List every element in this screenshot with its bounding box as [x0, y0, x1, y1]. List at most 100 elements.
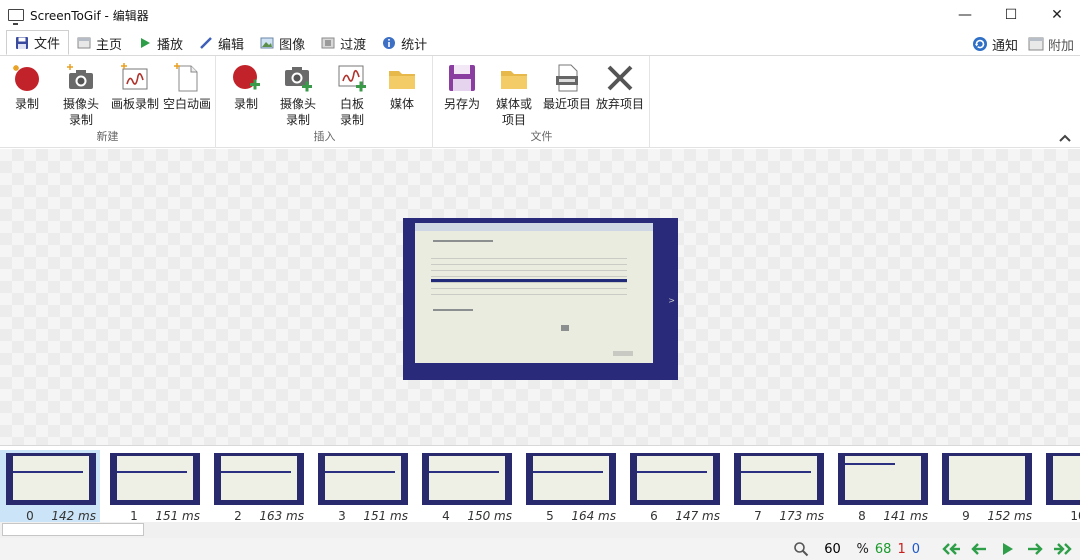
open-media-project-button[interactable]: 媒体或 项目	[487, 62, 541, 128]
insert-board-record-button[interactable]: 白板 录制	[325, 62, 379, 128]
frame-delay: 164 ms	[571, 509, 616, 523]
previous-frame-button[interactable]	[968, 540, 990, 558]
insert-board-record-label: 白板 录制	[339, 97, 364, 127]
tab-statistics[interactable]: 统计	[374, 31, 435, 55]
recent-file-icon	[556, 64, 578, 92]
frame-delay: 152 ms	[987, 509, 1032, 523]
frame-item[interactable]: 9 152 ms	[936, 450, 1036, 523]
new-record-button[interactable]: 录制	[0, 62, 54, 112]
tab-file-label: 文件	[34, 37, 61, 52]
last-frame-button[interactable]	[1052, 540, 1074, 558]
frame-item[interactable]: 7 173 ms	[728, 450, 828, 523]
insert-media-button[interactable]: 媒体	[375, 62, 429, 112]
frame-thumbnail	[526, 453, 616, 505]
collapse-ribbon-icon[interactable]	[1058, 133, 1072, 143]
frame-item[interactable]: 2 163 ms	[208, 450, 308, 523]
next-frame-icon	[1028, 543, 1043, 555]
camera-add-icon	[285, 67, 312, 92]
folder-icon	[389, 71, 415, 89]
tab-play-label: 播放	[157, 37, 184, 53]
record-add-icon	[233, 65, 260, 90]
frame-delay: 150 ms	[467, 509, 512, 523]
selected-frames-count: 1	[897, 541, 906, 557]
frame-thumbnail	[110, 453, 200, 505]
first-frame-button[interactable]	[940, 540, 962, 558]
camera-icon	[67, 64, 93, 89]
insert-webcam-record-label: 摄像头 录制	[279, 97, 316, 127]
frame-thumbnail	[318, 453, 408, 505]
discard-project-label: 放弃项目	[595, 97, 644, 111]
frame-thumbnail	[422, 453, 512, 505]
ribbon-panel: 录制 摄像头 录制 画板录制 空白动画 新建 录制 摄像头 录制 白板 录制 媒…	[0, 56, 1080, 148]
next-frame-button[interactable]	[1024, 540, 1046, 558]
tab-file[interactable]: 文件	[6, 30, 70, 55]
frame-item[interactable]: 10	[1040, 450, 1080, 522]
recent-projects-button[interactable]: 最近项目	[540, 62, 594, 112]
frame-thumbnail	[6, 453, 96, 505]
save-as-button[interactable]: 另存为	[435, 62, 489, 112]
frame-item[interactable]: 4 150 ms	[416, 450, 516, 523]
frame-item[interactable]: 6 147 ms	[624, 450, 724, 523]
group-file-label: 文件	[530, 130, 553, 143]
tab-edit[interactable]: 编辑	[191, 31, 252, 55]
frame-item[interactable]: 0 142 ms	[0, 450, 100, 523]
frame-thumbnail	[214, 453, 304, 505]
info-icon	[383, 37, 396, 49]
transition-icon	[321, 37, 335, 49]
extras-button[interactable]: 附加	[1028, 35, 1074, 54]
close-button[interactable]: ✕	[1034, 0, 1080, 30]
first-frame-icon	[942, 543, 960, 555]
frame-item[interactable]: 1 151 ms	[104, 450, 204, 523]
zoom-unit: %	[856, 541, 869, 557]
blank-file-icon	[174, 63, 198, 92]
frame-thumbnail	[838, 453, 928, 505]
frame-item[interactable]: 8 141 ms	[832, 450, 932, 523]
frame-delay: 151 ms	[155, 509, 200, 523]
status-bar: % 68 1 0	[0, 538, 1080, 560]
frame-item[interactable]: 3 151 ms	[312, 450, 412, 523]
tab-image-label: 图像	[279, 37, 306, 53]
board-add-icon	[338, 65, 366, 92]
maximize-button[interactable]: ☐	[988, 0, 1034, 30]
frame-thumbnail	[1046, 453, 1080, 505]
current-frame-index: 0	[911, 541, 920, 557]
title-bar: ScreenToGif - 编辑器 — ☐ ✕	[0, 0, 1080, 30]
extras-icon	[1028, 37, 1044, 51]
frame-item[interactable]: 5 164 ms	[520, 450, 620, 523]
frame-thumbnail	[734, 453, 824, 505]
pen-icon	[200, 37, 212, 49]
frame-delay: 173 ms	[779, 509, 824, 523]
preview-canvas[interactable]: >	[0, 149, 1080, 445]
new-blank-animation-label: 空白动画	[162, 97, 211, 111]
tab-play[interactable]: 播放	[130, 31, 191, 55]
new-webcam-record-button[interactable]: 摄像头 录制	[54, 62, 108, 128]
insert-record-button[interactable]: 录制	[219, 62, 273, 112]
group-insert-label: 插入	[313, 130, 336, 143]
zoom-input[interactable]	[814, 540, 851, 558]
floppy-icon	[16, 36, 28, 49]
play-button[interactable]	[996, 540, 1018, 558]
insert-webcam-record-button[interactable]: 摄像头 录制	[271, 62, 325, 128]
open-media-project-label: 媒体或 项目	[495, 97, 532, 127]
app-icon	[8, 9, 24, 25]
new-board-record-button[interactable]: 画板录制	[108, 62, 162, 112]
tab-transition-label: 过渡	[340, 37, 367, 53]
minimize-button[interactable]: —	[942, 0, 988, 30]
open-folder-icon	[501, 71, 527, 89]
home-icon	[77, 37, 91, 49]
tab-home[interactable]: 主页	[69, 31, 130, 55]
ribbon-tabs: 文件 主页 播放 编辑 图像 过渡 统计 通知 附加	[0, 30, 1080, 56]
tab-image[interactable]: 图像	[252, 31, 313, 55]
notify-button[interactable]: 通知	[972, 35, 1018, 54]
frame-delay: 142 ms	[51, 509, 96, 523]
frame-thumbnail	[630, 453, 720, 505]
tab-transition[interactable]: 过渡	[313, 31, 374, 55]
group-new-label: 新建	[96, 130, 119, 143]
timeline-scroll-thumb[interactable]	[2, 523, 144, 536]
new-blank-animation-button[interactable]: 空白动画	[160, 62, 214, 112]
group-insert: 录制 摄像头 录制 白板 录制 媒体 插入	[217, 56, 433, 148]
refresh-icon	[972, 37, 987, 51]
insert-media-label: 媒体	[389, 97, 414, 111]
timeline-scrollbar[interactable]	[0, 522, 1080, 538]
discard-project-button[interactable]: 放弃项目	[593, 62, 647, 112]
